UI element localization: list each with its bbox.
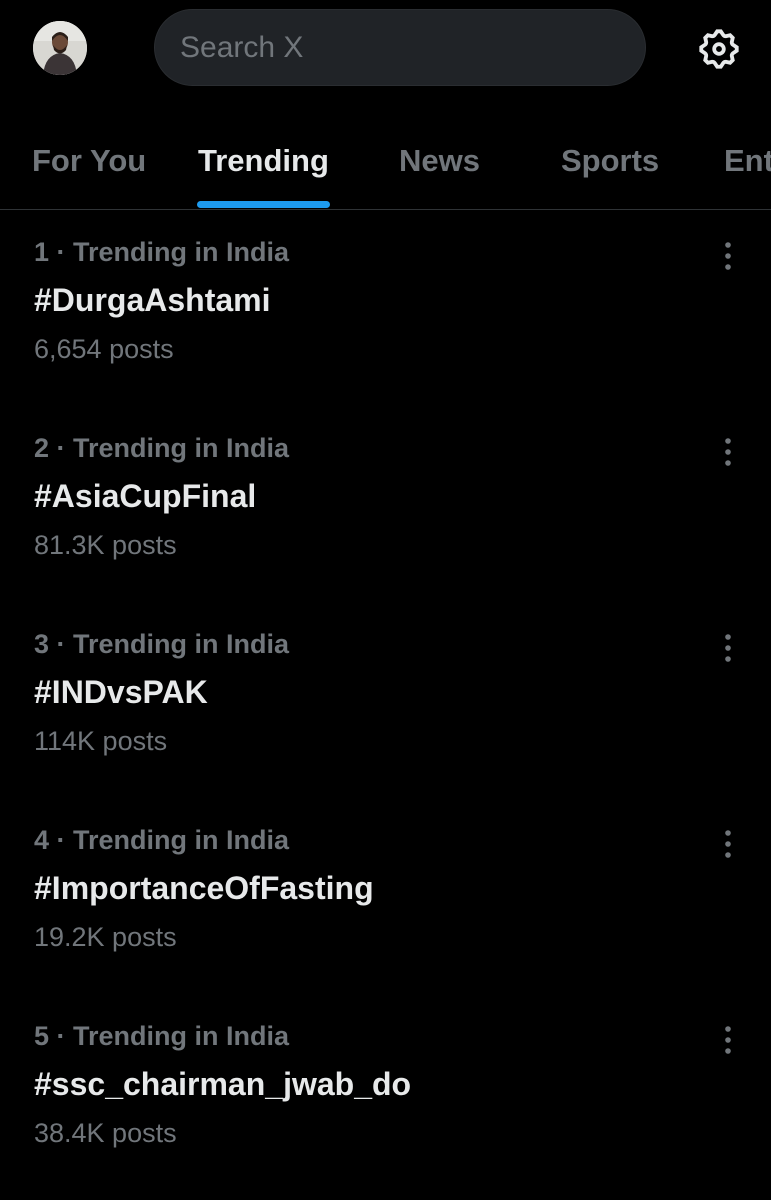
- more-vertical-icon: [725, 242, 731, 270]
- profile-photo-icon: [33, 21, 87, 75]
- active-tab-indicator: [197, 201, 330, 208]
- trend-name: #ImportanceOfFasting: [34, 870, 374, 906]
- more-options-button[interactable]: [711, 631, 745, 665]
- trend-post-count: 81.3K posts: [34, 530, 177, 560]
- trend-name: #INDvsPAK: [34, 674, 208, 710]
- more-options-button[interactable]: [711, 239, 745, 273]
- trend-post-count: 114K posts: [34, 726, 168, 756]
- more-vertical-icon: [725, 830, 731, 858]
- more-options-button[interactable]: [711, 435, 745, 469]
- more-vertical-icon: [725, 438, 731, 466]
- avatar[interactable]: [33, 21, 87, 75]
- trend-context: 5 · Trending in India: [34, 1021, 290, 1051]
- settings-button[interactable]: [693, 23, 745, 75]
- trend-name: #DurgaAshtami: [34, 282, 271, 318]
- trend-post-count: 6,654 posts: [34, 334, 174, 364]
- trend-item[interactable]: 1 · Trending in India #DurgaAshtami 6,65…: [0, 211, 771, 407]
- gear-icon: [699, 29, 739, 69]
- more-vertical-icon: [725, 634, 731, 662]
- more-options-button[interactable]: [711, 827, 745, 861]
- trend-item[interactable]: 4 · Trending in India #ImportanceOfFasti…: [0, 799, 771, 995]
- tab-bar: For You Trending News Sports Ent: [0, 115, 771, 210]
- tab-entertainment[interactable]: Ent: [724, 115, 771, 209]
- search-bar[interactable]: [154, 9, 646, 86]
- tab-trending[interactable]: Trending: [198, 115, 329, 209]
- trend-context: 3 · Trending in India: [34, 629, 290, 659]
- trend-post-count: 38.4K posts: [34, 1118, 177, 1148]
- trend-context: 1 · Trending in India: [34, 237, 290, 267]
- more-options-button[interactable]: [711, 1023, 745, 1057]
- trend-name: #AsiaCupFinal: [34, 478, 257, 514]
- trend-post-count: 19.2K posts: [34, 922, 177, 952]
- top-bar: [0, 0, 771, 100]
- search-input[interactable]: [180, 10, 620, 85]
- trend-context: 2 · Trending in India: [34, 433, 290, 463]
- tab-sports[interactable]: Sports: [561, 115, 659, 209]
- trend-item[interactable]: 5 · Trending in India #ssc_chairman_jwab…: [0, 995, 771, 1191]
- more-vertical-icon: [725, 1026, 731, 1054]
- trend-item[interactable]: 3 · Trending in India #INDvsPAK 114K pos…: [0, 603, 771, 799]
- trend-context: 4 · Trending in India: [34, 825, 290, 855]
- tab-news[interactable]: News: [399, 115, 480, 209]
- trend-item[interactable]: 2 · Trending in India #AsiaCupFinal 81.3…: [0, 407, 771, 603]
- trend-name: #ssc_chairman_jwab_do: [34, 1066, 412, 1102]
- tab-for-you[interactable]: For You: [32, 115, 146, 209]
